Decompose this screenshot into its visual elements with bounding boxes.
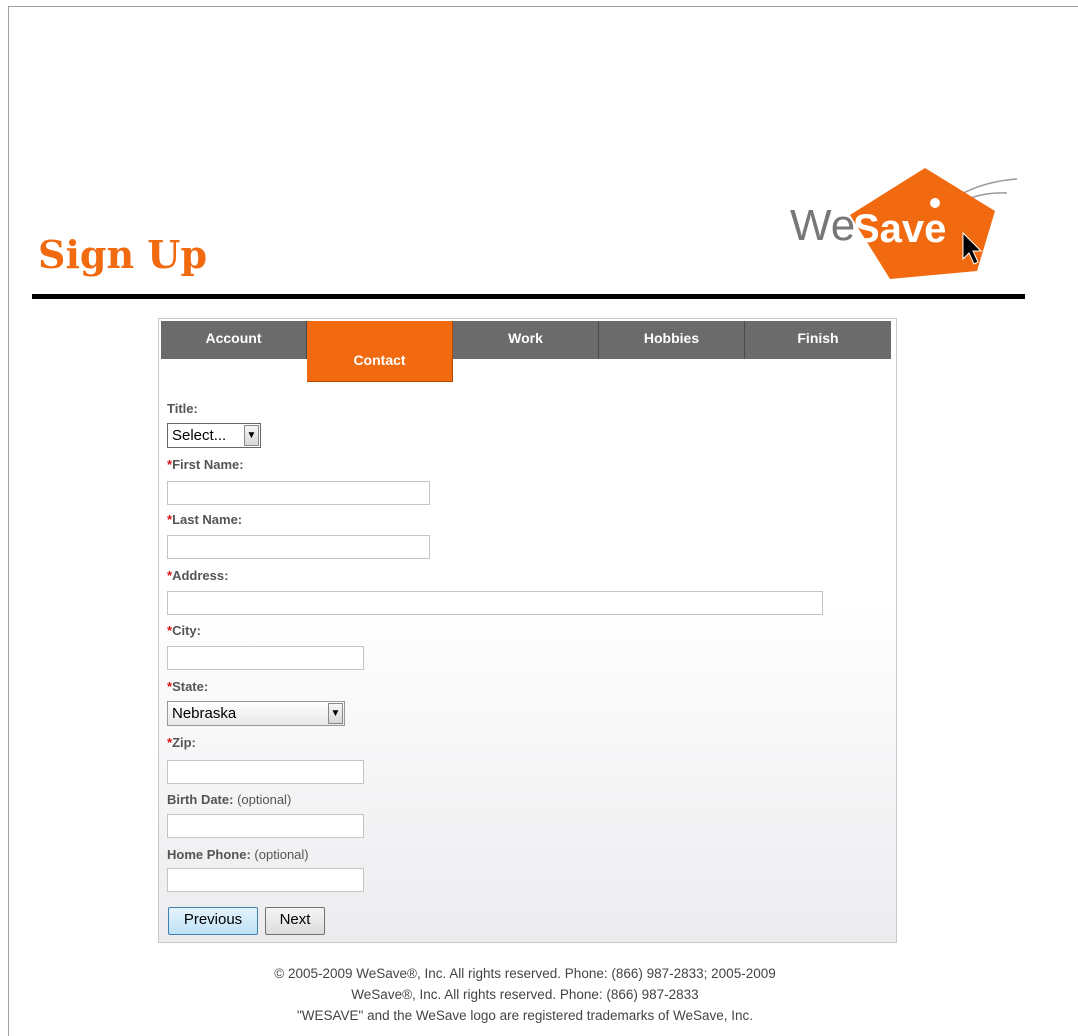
tab-account[interactable]: Account [161, 321, 307, 359]
footer-copyright-line2: WeSave®, Inc. All rights reserved. Phone… [351, 987, 699, 1002]
page-title: Sign Up [38, 232, 208, 277]
first-name-label-text: First Name: [172, 457, 244, 472]
wesave-logo[interactable]: We Save [785, 163, 1025, 283]
address-label: *Address: [167, 568, 228, 583]
birth-date-label: Birth Date: (optional) [167, 792, 291, 807]
title-label: Title: [167, 401, 198, 416]
optional-note: (optional) [237, 792, 292, 807]
home-phone-label-text: Home Phone: [167, 847, 251, 862]
home-phone-label: Home Phone: (optional) [167, 847, 309, 862]
city-label-text: City: [172, 623, 201, 638]
home-phone-input[interactable] [167, 868, 364, 892]
chevron-down-icon[interactable]: ▼ [328, 703, 343, 724]
zip-label-text: Zip: [172, 735, 196, 750]
state-select[interactable]: Nebraska ▼ [167, 701, 345, 726]
price-tag-icon: We Save [790, 168, 1018, 279]
first-name-label: *First Name: [167, 457, 244, 472]
state-select-value: Nebraska [172, 705, 237, 722]
title-select[interactable]: Select... ▼ [167, 423, 261, 448]
previous-button[interactable]: Previous [168, 907, 258, 935]
city-label: *City: [167, 623, 201, 638]
address-label-text: Address: [172, 568, 229, 583]
header-divider [32, 294, 1025, 299]
logo-we-text: We [790, 201, 855, 250]
tab-finish[interactable]: Finish [745, 321, 891, 359]
birth-date-input[interactable] [167, 814, 364, 838]
tab-hobbies[interactable]: Hobbies [599, 321, 745, 359]
city-input[interactable] [167, 646, 364, 670]
wizard-tabs: Account Contact Work Hobbies Finish [161, 321, 891, 382]
signup-panel: Account Contact Work Hobbies Finish Titl… [158, 318, 897, 943]
title-select-value: Select... [172, 427, 227, 444]
tab-contact[interactable]: Contact [307, 321, 453, 382]
footer-trademark: "WESAVE" and the WeSave logo are registe… [296, 1008, 754, 1023]
last-name-label: *Last Name: [167, 512, 242, 527]
zip-label: *Zip: [167, 735, 196, 750]
logo-save-text: Save [853, 207, 946, 251]
address-input[interactable] [167, 591, 823, 615]
last-name-label-text: Last Name: [172, 512, 243, 527]
footer: © 2005-2009 WeSave®, Inc. All rights res… [200, 963, 850, 1026]
last-name-input[interactable] [167, 535, 430, 559]
state-label-text: State: [172, 679, 209, 694]
first-name-input[interactable] [167, 481, 430, 505]
state-label: *State: [167, 679, 208, 694]
tab-work[interactable]: Work [453, 321, 599, 359]
footer-copyright-line1: © 2005-2009 WeSave®, Inc. All rights res… [274, 966, 776, 981]
chevron-down-icon[interactable]: ▼ [244, 425, 259, 446]
next-button[interactable]: Next [265, 907, 325, 935]
zip-input[interactable] [167, 760, 364, 784]
birth-date-label-text: Birth Date: [167, 792, 234, 807]
optional-note: (optional) [254, 847, 309, 862]
